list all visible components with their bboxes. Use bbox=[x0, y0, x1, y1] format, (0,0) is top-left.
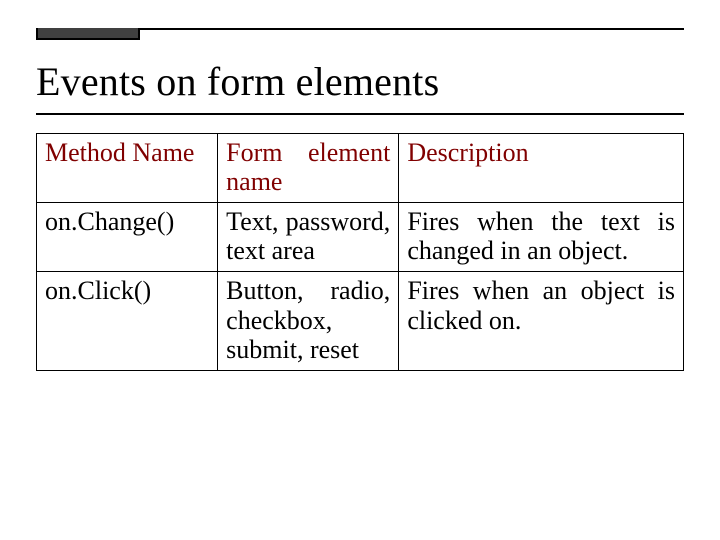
header-form-element: Form element name bbox=[218, 134, 399, 203]
cell-method: on.Click() bbox=[37, 272, 218, 370]
top-rule-cap bbox=[36, 28, 140, 40]
events-table: Method Name Form element name Descriptio… bbox=[36, 133, 684, 371]
header-description: Description bbox=[399, 134, 684, 203]
header-method-name: Method Name bbox=[37, 134, 218, 203]
cell-description: Fires when an object is clicked on. bbox=[399, 272, 684, 370]
table-header-row: Method Name Form element name Descriptio… bbox=[37, 134, 684, 203]
table-row: on.Change() Text, password, text area Fi… bbox=[37, 203, 684, 272]
cell-method: on.Change() bbox=[37, 203, 218, 272]
title-underline bbox=[36, 113, 684, 115]
cell-element: Button, radio, checkbox, submit, reset bbox=[218, 272, 399, 370]
cell-element: Text, password, text area bbox=[218, 203, 399, 272]
slide-title: Events on form elements bbox=[36, 58, 684, 105]
slide: Events on form elements Method Name Form… bbox=[0, 0, 720, 540]
cell-description: Fires when the text is changed in an obj… bbox=[399, 203, 684, 272]
table-row: on.Click() Button, radio, checkbox, subm… bbox=[37, 272, 684, 370]
